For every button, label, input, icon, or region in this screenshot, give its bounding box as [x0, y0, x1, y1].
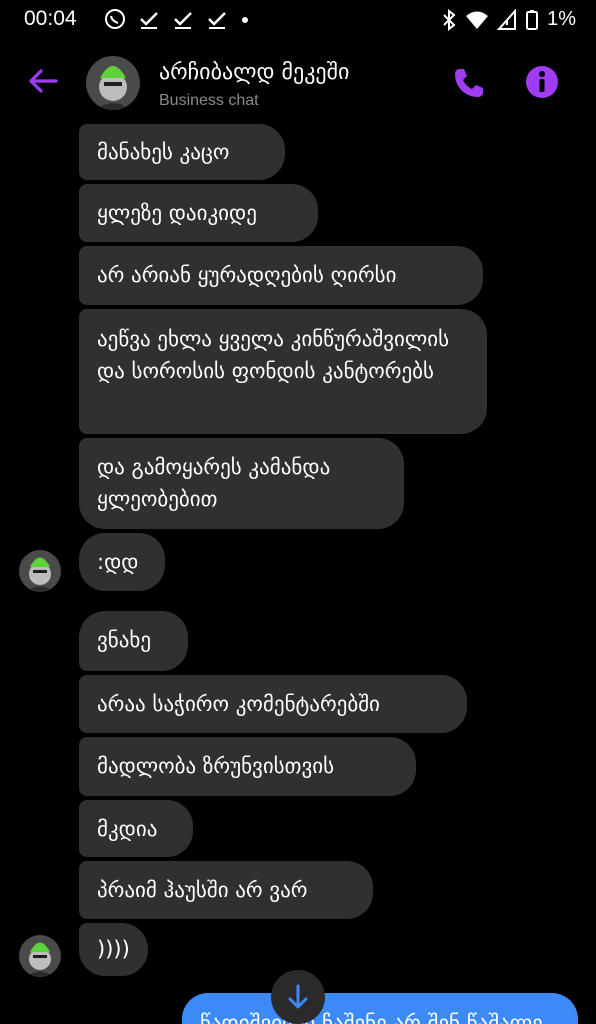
message-bubble[interactable]: მკდია	[79, 800, 193, 857]
status-time: 00:04	[24, 7, 77, 30]
sent-message-bubble[interactable]: წადიშვილი ჩაშენე არ შენ წაშალე	[182, 993, 578, 1024]
status-bar: 00:04 1%	[0, 0, 596, 40]
scroll-to-bottom-button[interactable]	[271, 970, 325, 1024]
check-icon	[174, 12, 192, 29]
contact-name[interactable]: არჩიბალდ მეკეში	[159, 60, 349, 85]
message-bubble[interactable]: მანახეს კაცო	[79, 124, 285, 180]
chat-header: არჩიბალდ მეკეში Business chat	[0, 40, 596, 124]
phone-icon[interactable]	[452, 66, 486, 100]
chat-screen: 00:04 1% არჩიბალდ მეკეში Business chat მ…	[0, 0, 596, 1024]
dot-icon	[242, 17, 248, 23]
notification-icons	[104, 8, 250, 30]
message-bubble[interactable]: პრაიმ ჰაუსში არ ვარ	[79, 861, 373, 919]
avatar[interactable]	[19, 550, 61, 592]
viber-icon	[105, 9, 125, 29]
message-bubble[interactable]: აეწვა ეხლა ყველა კინწურაშვილის და სოროსი…	[79, 309, 487, 434]
message-bubble[interactable]: მადლობა ზრუნვისთვის	[79, 737, 416, 796]
message-bubble[interactable]: ყლეზე დაიკიდე	[79, 184, 318, 242]
avatar[interactable]	[86, 56, 140, 110]
back-arrow-icon[interactable]	[24, 62, 62, 100]
arrow-down-icon	[288, 984, 308, 1009]
status-right: 1%	[441, 8, 576, 31]
contact-subtitle: Business chat	[159, 92, 259, 109]
check-icon	[140, 12, 158, 29]
message-bubble[interactable]: ))))	[79, 923, 148, 976]
bluetooth-icon	[443, 8, 456, 31]
message-bubble[interactable]: და გამოყარეს კამანდა ყლეობებით	[79, 438, 404, 529]
signal-icon	[497, 8, 517, 30]
check-icon	[208, 12, 226, 29]
wifi-icon	[466, 11, 489, 29]
message-bubble[interactable]: არ არიან ყურადღების ღირსი	[79, 246, 483, 305]
battery-percent: 1%	[547, 8, 576, 30]
info-icon[interactable]	[524, 64, 560, 100]
message-bubble[interactable]: ვნახე	[79, 611, 188, 671]
message-bubble[interactable]: არაა საჭირო კომენტარებში	[79, 675, 467, 733]
battery-icon	[526, 9, 539, 30]
message-bubble[interactable]: :დდ	[79, 533, 165, 591]
avatar[interactable]	[19, 935, 61, 977]
